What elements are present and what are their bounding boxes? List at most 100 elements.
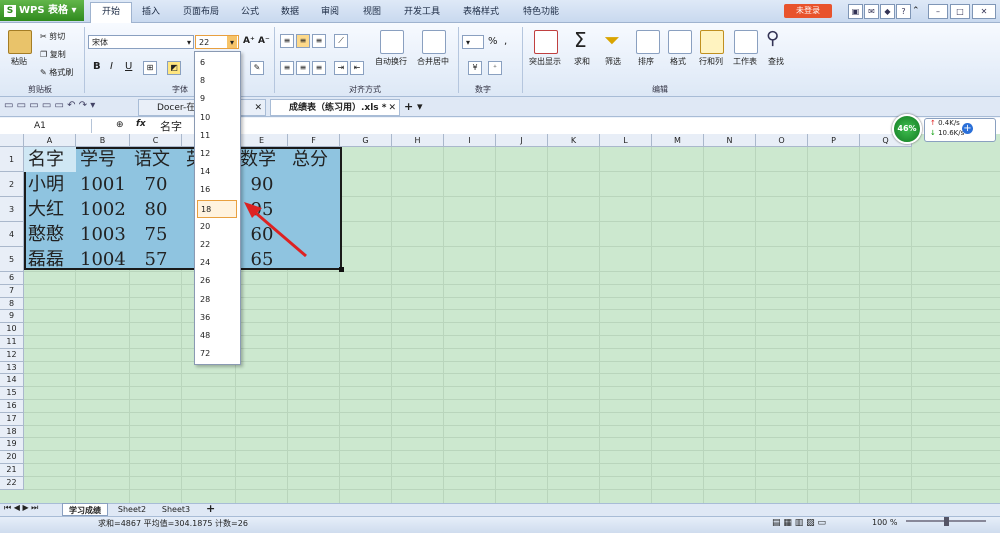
row-header-4[interactable]: 4: [0, 222, 24, 247]
worksheet-icon[interactable]: [734, 30, 758, 54]
select-all-corner[interactable]: [0, 134, 24, 147]
tab-formula[interactable]: 公式: [234, 3, 266, 21]
row-header-6[interactable]: 6: [0, 272, 24, 285]
highlight-icon[interactable]: [534, 30, 558, 54]
format-painter-button[interactable]: ✎ 格式刷: [40, 67, 73, 78]
align-top-icon[interactable]: ≡: [280, 34, 294, 48]
column-header-e[interactable]: E: [236, 134, 288, 147]
row-col-button[interactable]: 行和列: [694, 56, 728, 67]
plus-icon[interactable]: +: [962, 123, 973, 134]
align-left-icon[interactable]: ≡: [280, 61, 294, 75]
row-header-16[interactable]: 16: [0, 400, 24, 413]
wrap-text-button[interactable]: 自动换行: [371, 56, 411, 67]
row-header-11[interactable]: 11: [0, 336, 24, 349]
tab-features[interactable]: 特色功能: [516, 3, 566, 21]
cell-c2[interactable]: 70: [134, 172, 178, 197]
collapse-icon[interactable]: ⌃: [912, 6, 920, 16]
merge-center-button[interactable]: 合并居中: [413, 56, 453, 67]
font-size-option-11[interactable]: 11: [197, 127, 237, 145]
tab-home[interactable]: 开始: [90, 2, 132, 23]
row-header-5[interactable]: 5: [0, 247, 24, 272]
quick-access-toolbar[interactable]: ▭ ▭ ▭ ▭ ▭ ↶ ↷ ▾: [4, 100, 95, 111]
row-header-12[interactable]: 12: [0, 348, 24, 362]
column-header-k[interactable]: K: [548, 134, 600, 147]
zoom-icon[interactable]: ⊕: [116, 120, 124, 130]
underline-button[interactable]: U: [125, 61, 132, 72]
font-size-option-36[interactable]: 36: [197, 309, 237, 327]
tab-insert[interactable]: 插入: [134, 3, 168, 21]
cell-c5[interactable]: 57: [134, 247, 178, 272]
close-icon[interactable]: ✕: [254, 100, 262, 117]
font-size-option-48[interactable]: 48: [197, 327, 237, 345]
orientation-icon[interactable]: ⟋: [334, 34, 348, 48]
row-header-17[interactable]: 17: [0, 412, 24, 426]
font-size-option-24[interactable]: 24: [197, 254, 237, 272]
highlight-button[interactable]: 突出显示: [524, 56, 566, 67]
new-tab-button[interactable]: + ▾: [404, 100, 423, 113]
font-size-option-20[interactable]: 20: [197, 218, 237, 236]
add-sheet-button[interactable]: +: [206, 502, 215, 515]
worksheet-button[interactable]: 工作表: [728, 56, 762, 67]
sigma-icon[interactable]: Σ: [574, 28, 587, 52]
fill-handle[interactable]: [339, 267, 344, 272]
wrap-text-icon[interactable]: [380, 30, 404, 54]
column-header-h[interactable]: H: [392, 134, 444, 147]
column-header-o[interactable]: O: [756, 134, 808, 147]
cell-a5[interactable]: 磊磊: [28, 247, 72, 272]
binoculars-icon[interactable]: ⚲: [766, 28, 779, 49]
column-header-g[interactable]: G: [340, 134, 392, 147]
login-button[interactable]: 未登录: [784, 4, 832, 18]
bold-button[interactable]: B: [93, 61, 101, 72]
column-header-l[interactable]: L: [600, 134, 652, 147]
cell-f1[interactable]: 总分: [292, 147, 336, 172]
font-size-option-10[interactable]: 10: [197, 109, 237, 127]
font-size-select[interactable]: 22 ▾: [195, 35, 239, 49]
column-header-b[interactable]: B: [76, 134, 130, 147]
font-size-option-28[interactable]: 28: [197, 291, 237, 309]
font-size-option-12[interactable]: 12: [197, 145, 237, 163]
align-right-icon[interactable]: ≡: [312, 61, 326, 75]
paste-button[interactable]: 粘贴: [6, 56, 32, 67]
maximize-button[interactable]: □: [950, 4, 970, 19]
format-icon[interactable]: [668, 30, 692, 54]
column-header-j[interactable]: J: [496, 134, 548, 147]
row-header-14[interactable]: 14: [0, 374, 24, 388]
cell-b3[interactable]: 1002: [80, 197, 126, 222]
indent-icon[interactable]: ⇥: [334, 61, 348, 75]
sum-button[interactable]: 求和: [570, 56, 594, 67]
shield-icon[interactable]: ◆: [880, 4, 895, 19]
tab-developer[interactable]: 开发工具: [398, 3, 446, 21]
column-header-c[interactable]: C: [130, 134, 182, 147]
font-size-option-8[interactable]: 8: [197, 72, 237, 90]
cell-e2[interactable]: 90: [240, 172, 284, 197]
paste-icon[interactable]: [8, 30, 32, 54]
spreadsheet-grid[interactable]: ABCDEFGHIJKLMNOPQ 1234567891011121314151…: [0, 134, 1000, 503]
zoom-level[interactable]: 100 %: [872, 518, 897, 527]
cell-a3[interactable]: 大红: [28, 197, 72, 222]
font-size-option-16[interactable]: 16: [197, 181, 237, 199]
row-header-13[interactable]: 13: [0, 361, 24, 375]
row-header-10[interactable]: 10: [0, 323, 24, 336]
tab-active-file[interactable]: 成绩表（练习用）.xls * ✕: [270, 99, 400, 116]
cell-a2[interactable]: 小明: [28, 172, 72, 197]
formula-content[interactable]: 名字: [160, 118, 182, 134]
zoom-slider-thumb[interactable]: [944, 517, 949, 526]
cell-a1[interactable]: 名字: [28, 147, 72, 172]
fill-color-icon[interactable]: ◩: [167, 61, 181, 75]
number-format-select[interactable]: 常规▾: [462, 35, 484, 49]
font-name-select[interactable]: 宋体 ▾: [88, 35, 194, 49]
comma-button[interactable]: ,: [504, 36, 507, 47]
close-button[interactable]: ✕: [972, 4, 996, 19]
cell-b4[interactable]: 1003: [80, 222, 126, 247]
column-header-f[interactable]: F: [288, 134, 340, 147]
currency-icon[interactable]: ¥: [468, 61, 482, 75]
row-header-21[interactable]: 21: [0, 464, 24, 477]
cell-b2[interactable]: 1001: [80, 172, 126, 197]
cell-a4[interactable]: 憨憨: [28, 222, 72, 247]
help-icon[interactable]: ?: [896, 4, 911, 19]
row-header-9[interactable]: 9: [0, 310, 24, 324]
outdent-icon[interactable]: ⇤: [350, 61, 364, 75]
view-mode-icons[interactable]: ▤ ▦ ▥ ▨ ▭: [772, 518, 826, 528]
column-header-a[interactable]: A: [24, 134, 76, 147]
grow-font-button[interactable]: A⁺: [243, 36, 255, 46]
